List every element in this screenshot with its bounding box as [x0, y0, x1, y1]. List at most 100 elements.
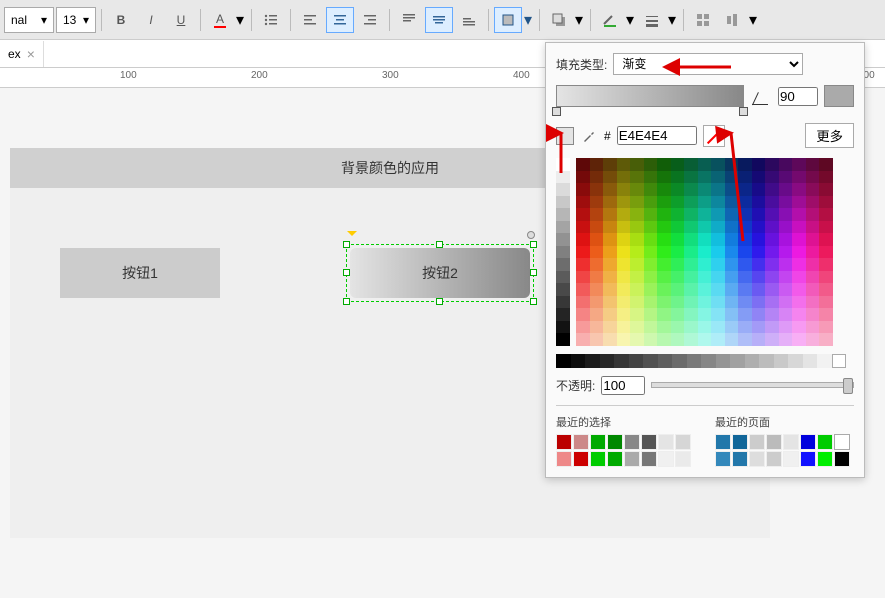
- color-swatch[interactable]: [725, 283, 739, 296]
- color-swatch[interactable]: [725, 321, 739, 334]
- color-swatch[interactable]: [657, 183, 671, 196]
- bullets-button[interactable]: [257, 7, 285, 33]
- color-swatch[interactable]: [556, 434, 572, 450]
- color-swatch[interactable]: [752, 196, 766, 209]
- color-swatch[interactable]: [752, 308, 766, 321]
- color-swatch[interactable]: [779, 321, 793, 334]
- color-swatch[interactable]: [556, 171, 570, 184]
- color-swatch[interactable]: [630, 308, 644, 321]
- color-swatch[interactable]: [630, 258, 644, 271]
- color-swatch[interactable]: [698, 233, 712, 246]
- color-swatch[interactable]: [752, 183, 766, 196]
- color-swatch[interactable]: [765, 158, 779, 171]
- color-swatch[interactable]: [672, 354, 687, 368]
- color-swatch[interactable]: [556, 158, 570, 171]
- color-swatch[interactable]: [630, 271, 644, 284]
- align-left-button[interactable]: [296, 7, 324, 33]
- color-swatch[interactable]: [698, 196, 712, 209]
- color-swatch[interactable]: [617, 221, 631, 234]
- color-swatch[interactable]: [603, 196, 617, 209]
- color-swatch[interactable]: [779, 196, 793, 209]
- color-swatch[interactable]: [752, 221, 766, 234]
- color-swatch[interactable]: [803, 354, 818, 368]
- color-swatch[interactable]: [800, 434, 816, 450]
- color-swatch[interactable]: [738, 183, 752, 196]
- color-swatch[interactable]: [752, 283, 766, 296]
- color-swatch[interactable]: [657, 208, 671, 221]
- color-swatch[interactable]: [644, 296, 658, 309]
- color-swatch[interactable]: [725, 333, 739, 346]
- color-swatch[interactable]: [671, 233, 685, 246]
- gradient-preview[interactable]: [556, 85, 744, 107]
- color-swatch[interactable]: [671, 308, 685, 321]
- color-swatch[interactable]: [684, 246, 698, 259]
- color-swatch[interactable]: [671, 258, 685, 271]
- color-swatch[interactable]: [617, 308, 631, 321]
- color-swatch[interactable]: [556, 451, 572, 467]
- color-swatch[interactable]: [657, 296, 671, 309]
- color-swatch[interactable]: [725, 208, 739, 221]
- color-swatch[interactable]: [792, 158, 806, 171]
- color-swatch[interactable]: [792, 183, 806, 196]
- color-swatch[interactable]: [806, 321, 820, 334]
- color-swatch[interactable]: [792, 196, 806, 209]
- color-swatch[interactable]: [752, 233, 766, 246]
- color-swatch[interactable]: [779, 171, 793, 184]
- color-swatch[interactable]: [792, 296, 806, 309]
- align-objects-button[interactable]: [719, 7, 747, 33]
- color-swatch[interactable]: [573, 434, 589, 450]
- color-swatch[interactable]: [603, 258, 617, 271]
- color-swatch[interactable]: [817, 451, 833, 467]
- color-swatch[interactable]: [792, 308, 806, 321]
- color-swatch[interactable]: [658, 451, 674, 467]
- color-swatch[interactable]: [749, 451, 765, 467]
- color-swatch[interactable]: [766, 451, 782, 467]
- color-swatch[interactable]: [711, 308, 725, 321]
- color-swatch[interactable]: [617, 296, 631, 309]
- color-swatch[interactable]: [576, 208, 590, 221]
- color-swatch[interactable]: [765, 196, 779, 209]
- color-swatch[interactable]: [779, 183, 793, 196]
- color-swatch[interactable]: [752, 246, 766, 259]
- color-swatch[interactable]: [765, 333, 779, 346]
- color-swatch[interactable]: [792, 246, 806, 259]
- lineweight-menu[interactable]: ▾: [666, 7, 678, 33]
- color-swatch[interactable]: [716, 354, 731, 368]
- color-swatch[interactable]: [603, 308, 617, 321]
- fontsize-select[interactable]: 13▾: [56, 7, 96, 33]
- color-swatch[interactable]: [698, 271, 712, 284]
- color-swatch[interactable]: [644, 183, 658, 196]
- color-swatch[interactable]: [806, 333, 820, 346]
- color-swatch[interactable]: [603, 333, 617, 346]
- color-swatch[interactable]: [630, 333, 644, 346]
- color-swatch[interactable]: [657, 308, 671, 321]
- gradient-stop-left[interactable]: [552, 107, 561, 116]
- color-swatch[interactable]: [711, 271, 725, 284]
- color-swatch[interactable]: [819, 196, 833, 209]
- color-swatch[interactable]: [556, 208, 570, 221]
- slider-thumb[interactable]: [843, 378, 853, 394]
- resize-handle[interactable]: [343, 241, 350, 248]
- color-swatch[interactable]: [819, 233, 833, 246]
- color-swatch[interactable]: [832, 354, 847, 368]
- valign-middle-button[interactable]: [425, 7, 453, 33]
- color-swatch[interactable]: [607, 434, 623, 450]
- resize-handle[interactable]: [343, 298, 350, 305]
- color-swatch[interactable]: [556, 258, 570, 271]
- color-swatch[interactable]: [819, 158, 833, 171]
- color-swatch[interactable]: [644, 221, 658, 234]
- color-swatch[interactable]: [792, 221, 806, 234]
- resize-handle[interactable]: [530, 241, 537, 248]
- color-swatch[interactable]: [684, 171, 698, 184]
- fill-type-select[interactable]: 渐变: [613, 53, 803, 75]
- color-swatch[interactable]: [590, 321, 604, 334]
- color-swatch[interactable]: [684, 196, 698, 209]
- color-swatch[interactable]: [725, 258, 739, 271]
- color-swatch[interactable]: [738, 283, 752, 296]
- color-swatch[interactable]: [630, 158, 644, 171]
- color-swatch[interactable]: [576, 308, 590, 321]
- color-swatch[interactable]: [725, 221, 739, 234]
- color-swatch[interactable]: [765, 221, 779, 234]
- page-tab[interactable]: ex ×: [0, 41, 44, 67]
- color-swatch[interactable]: [715, 434, 731, 450]
